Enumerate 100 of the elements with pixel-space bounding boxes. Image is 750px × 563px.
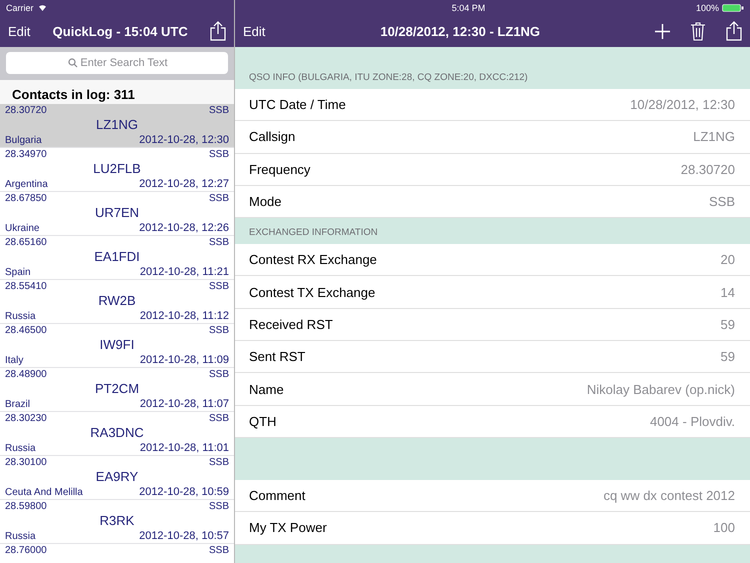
datetime-text: 2012-10-28, 12:27 <box>139 178 229 190</box>
mode-text: SSB <box>208 500 229 512</box>
field-label: Contest RX Exchange <box>249 252 377 268</box>
field-value: cq ww dx contest 2012 <box>603 488 735 504</box>
contact-row[interactable]: 28.48900 SSB PT2CM Brazil 2012-10-28, 11:07 <box>0 368 234 412</box>
country-text: Ukraine <box>5 223 40 234</box>
field-label: Comment <box>249 488 306 504</box>
contact-row[interactable]: 28.30230 SSB RA3DNC Russia 2012-10-28, 11:01 <box>0 412 234 456</box>
field-value: 59 <box>720 316 735 332</box>
frequency-text: 28.67850 <box>5 192 47 204</box>
datetime-text: 2012-10-28, 10:59 <box>139 486 229 498</box>
contact-row[interactable]: 28.76000 SSB <box>0 544 234 563</box>
callsign-text: RW2B <box>98 293 136 308</box>
country-text: Russia <box>5 443 36 454</box>
status-time: 5:04 PM <box>452 2 486 12</box>
country-text: Italy <box>5 355 24 366</box>
field-value: 59 <box>720 349 735 364</box>
frequency-text: 28.34970 <box>5 148 47 160</box>
datetime-text: 2012-10-28, 11:01 <box>140 442 229 454</box>
field-label: Name <box>249 382 284 397</box>
field-value: 4004 - Plovdiv. <box>650 414 735 429</box>
frequency-text: 28.30100 <box>5 456 47 468</box>
field-value: 20 <box>720 252 735 268</box>
trash-icon[interactable] <box>690 22 706 40</box>
field-value: 100 <box>713 520 735 536</box>
mode-text: SSB <box>208 148 229 160</box>
carrier-label: Carrier <box>6 2 34 12</box>
mode-text: SSB <box>208 544 229 556</box>
nav-title: QuickLog - 15:04 UTC <box>52 24 188 38</box>
share-icon[interactable] <box>210 21 226 41</box>
frequency-text: 28.65160 <box>5 236 47 248</box>
callsign-text: PT2CM <box>94 381 140 396</box>
add-icon[interactable] <box>654 24 670 38</box>
datetime-text: 2012-10-28, 12:26 <box>139 222 229 234</box>
contact-row[interactable]: 28.46500 SSB IW9FI Italy 2012-10-28, 11:09 <box>0 324 234 368</box>
frequency-text: 28.55410 <box>5 280 47 292</box>
datetime-text: 2012-10-28, 11:09 <box>140 354 229 366</box>
country-text: Russia <box>5 531 36 542</box>
section-header: EXCHANGED INFORMATION <box>249 227 378 238</box>
battery-icon <box>722 4 744 12</box>
mode-text: SSB <box>208 412 229 424</box>
callsign-text: RA3DNC <box>90 425 144 440</box>
field-label: Received RST <box>249 316 333 332</box>
callsign-text: LU2FLB <box>93 161 141 176</box>
field-label: UTC Date / Time <box>249 97 346 112</box>
search-field[interactable]: Enter Search Text <box>6 52 228 74</box>
datetime-text: 2012-10-28, 11:07 <box>140 398 229 410</box>
country-text: Ceuta And Melilla <box>5 487 83 498</box>
mode-text: SSB <box>208 324 229 336</box>
field-value: SSB <box>708 194 735 210</box>
frequency-text: 28.30230 <box>5 412 47 424</box>
field-label: My TX Power <box>249 520 327 536</box>
field-label: Callsign <box>249 129 296 144</box>
contact-row[interactable]: 28.65160 SSB EA1FDI Spain 2012-10-28, 11:21 <box>0 236 234 280</box>
callsign-text: EA9RY <box>96 469 138 484</box>
list-header: Contacts in log: 311 <box>0 80 234 104</box>
contact-row[interactable]: 28.30100 SSB EA9RY Ceuta And Melilla 2012-10-28, 10:59 <box>0 456 234 500</box>
field-label: QTH <box>249 414 276 429</box>
field-label: Mode <box>249 194 282 210</box>
contact-row[interactable]: 28.34970 SSB LU2FLB Argentina 2012-10-28, 12:27 <box>0 148 234 192</box>
contact-row[interactable]: 28.55410 SSB RW2B Russia 2012-10-28, 11:12 <box>0 280 234 324</box>
mode-text: SSB <box>208 456 229 468</box>
wifi-icon <box>38 4 47 11</box>
datetime-text: 2012-10-28, 11:12 <box>140 310 229 322</box>
callsign-text: R3RK <box>100 513 134 528</box>
frequency-text: 28.46500 <box>5 324 47 336</box>
mode-text: SSB <box>208 236 229 248</box>
section-header: QSO INFO (BULGARIA, ITU ZONE:28, CQ ZONE:20, DXCC:212) <box>249 72 528 83</box>
country-text: Spain <box>5 267 31 278</box>
mode-text: SSB <box>208 368 229 380</box>
contact-row[interactable]: 28.59800 SSB R3RK Russia 2012-10-28, 10:57 <box>0 500 234 544</box>
field-value: 28.30720 <box>680 162 735 177</box>
field-label: Sent RST <box>249 349 306 364</box>
field-label: Contest TX Exchange <box>249 284 376 300</box>
contact-row[interactable]: 28.67850 SSB UR7EN Ukraine 2012-10-28, 12:26 <box>0 192 234 236</box>
callsign-text: UR7EN <box>94 205 140 220</box>
field-value: 10/28/2012, 12:30 <box>630 97 735 112</box>
frequency-text: 28.30720 <box>5 104 47 116</box>
field-label: Frequency <box>249 162 310 177</box>
contact-row[interactable]: 28.30720 SSB LZ1NG Bulgaria 2012-10-28, 12:30 <box>0 104 234 148</box>
country-text: Brazil <box>5 399 30 410</box>
field-value: LZ1NG <box>693 129 735 144</box>
callsign-text: LZ1NG <box>96 117 138 132</box>
mode-text: SSB <box>208 104 229 116</box>
callsign-text: EA1FDI <box>94 249 140 264</box>
share-icon[interactable] <box>726 21 742 41</box>
battery-percent: 100% <box>696 2 719 12</box>
mode-text: SSB <box>208 192 229 204</box>
frequency-text: 28.76000 <box>5 544 47 556</box>
country-text: Russia <box>5 311 36 322</box>
callsign-text: IW9FI <box>100 337 134 352</box>
edit-button[interactable]: Edit <box>8 24 30 38</box>
mode-text: SSB <box>208 280 229 292</box>
frequency-text: 28.59800 <box>5 500 47 512</box>
nav-title: 10/28/2012, 12:30 - LZ1NG <box>380 24 540 38</box>
edit-button[interactable]: Edit <box>243 24 266 38</box>
frequency-text: 28.48900 <box>5 368 47 380</box>
datetime-text: 2012-10-28, 11:21 <box>140 266 229 278</box>
datetime-text: 2012-10-28, 12:30 <box>139 134 229 146</box>
field-value: Nikolay Babarev (op.nick) <box>586 382 735 397</box>
